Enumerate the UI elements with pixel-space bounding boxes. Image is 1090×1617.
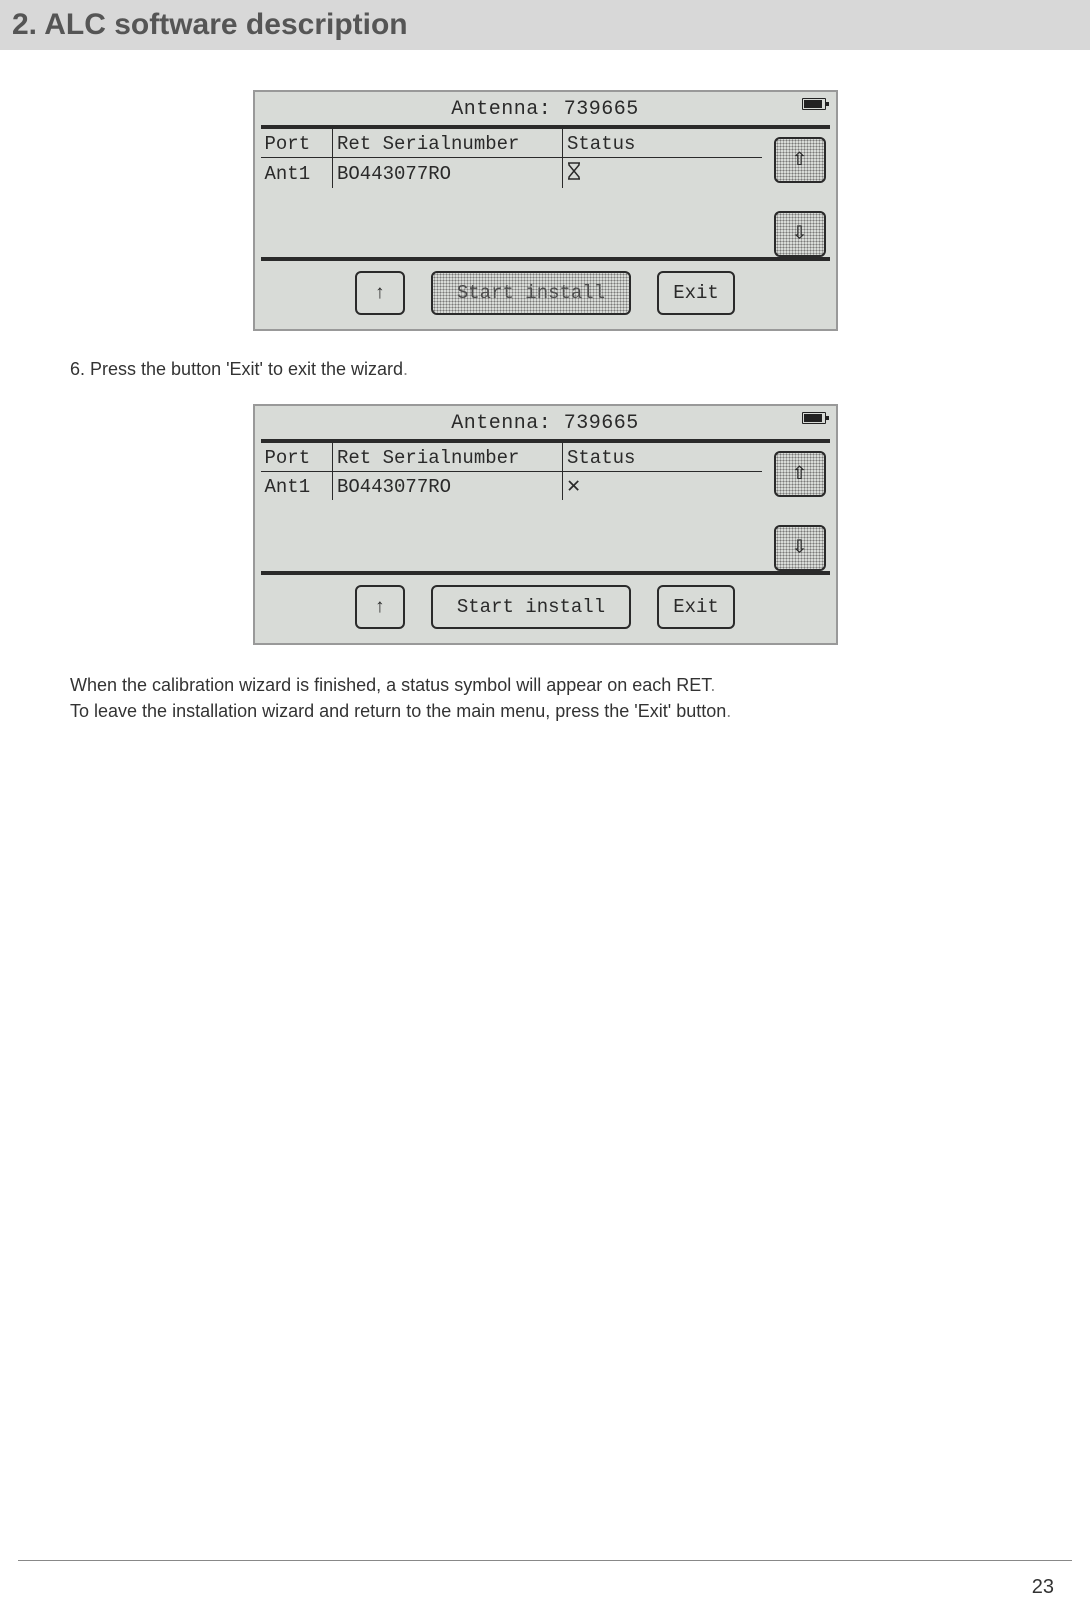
screen-title: Antenna: 739665 [255, 92, 836, 125]
start-install-button[interactable]: Start install [431, 271, 631, 315]
exit-button[interactable]: Exit [657, 271, 735, 315]
cell-status [563, 158, 762, 189]
start-install-label: Start install [457, 282, 605, 304]
col-port-header: Port [261, 443, 333, 472]
col-status-header: Status [563, 129, 762, 158]
col-serial-header: Ret Serialnumber [333, 443, 563, 472]
ret-table: Port Ret Serialnumber Status Ant1 BO4430… [261, 443, 762, 500]
arrow-up-icon: ⇧ [792, 148, 806, 172]
col-status-header: Status [563, 443, 762, 472]
col-serial-header: Ret Serialnumber [333, 129, 563, 158]
arrow-up-icon: ↑ [374, 282, 385, 304]
table-row: Ant1 BO443077RO ✕ [261, 472, 762, 501]
arrow-up-icon: ⇧ [792, 462, 806, 486]
ret-table: Port Ret Serialnumber Status Ant1 BO4430… [261, 129, 762, 188]
cell-port: Ant1 [261, 472, 333, 501]
cell-port: Ant1 [261, 158, 333, 189]
start-install-label: Start install [457, 596, 605, 618]
start-install-button[interactable]: Start install [431, 585, 631, 629]
scroll-down-button[interactable]: ⇩ [774, 525, 826, 571]
cell-status: ✕ [563, 472, 762, 501]
lcd-screen-1: Antenna: 739665 Port Ret Serialnumber St… [253, 90, 838, 331]
screen-title-text: Antenna: 739665 [451, 98, 639, 121]
lcd-screen-2: Antenna: 739665 Port Ret Serialnumber St… [253, 404, 838, 645]
section-header: 2. ALC software description [0, 0, 1090, 50]
screen-title: Antenna: 739665 [255, 406, 836, 439]
cell-serial: BO443077RO [333, 472, 563, 501]
scroll-up-button[interactable]: ⇧ [774, 451, 826, 497]
table-row: Ant1 BO443077RO [261, 158, 762, 189]
scroll-up-button[interactable]: ⇧ [774, 137, 826, 183]
closing-line-2: To leave the installation wizard and ret… [70, 699, 1030, 723]
up-button[interactable]: ↑ [355, 585, 405, 629]
up-button[interactable]: ↑ [355, 271, 405, 315]
screen-title-text: Antenna: 739665 [451, 412, 639, 435]
closing-line-1: When the calibration wizard is finished,… [70, 673, 1030, 697]
cell-serial: BO443077RO [333, 158, 563, 189]
step-6-instruction: 6. Press the button 'Exit' to exit the w… [70, 359, 1030, 380]
page-number: 23 [1032, 1576, 1054, 1599]
exit-label: Exit [673, 282, 719, 304]
arrow-down-icon: ⇩ [792, 536, 806, 560]
scroll-down-button[interactable]: ⇩ [774, 211, 826, 257]
exit-label: Exit [673, 596, 719, 618]
section-title-text: 2. ALC software description [12, 8, 408, 41]
x-icon: ✕ [567, 474, 580, 499]
exit-button[interactable]: Exit [657, 585, 735, 629]
hourglass-icon [567, 162, 581, 180]
footer-divider [18, 1560, 1072, 1561]
arrow-up-icon: ↑ [374, 596, 385, 618]
arrow-down-icon: ⇩ [792, 222, 806, 246]
col-port-header: Port [261, 129, 333, 158]
